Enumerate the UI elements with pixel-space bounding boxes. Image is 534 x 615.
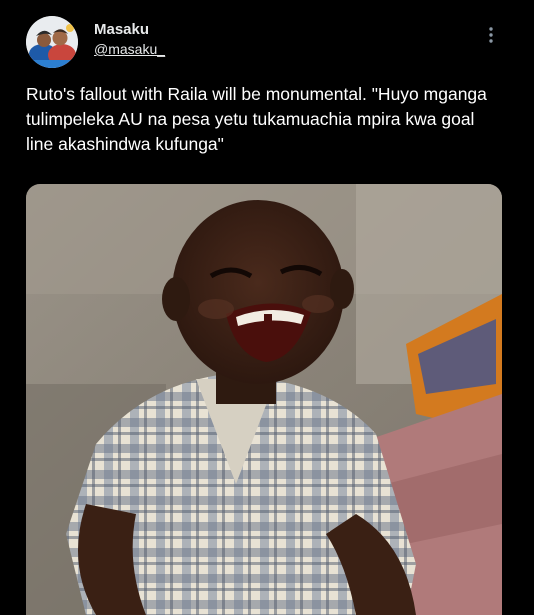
author-avatar[interactable] (26, 16, 78, 68)
author-handle[interactable]: @masaku_ (94, 40, 165, 58)
avatar-image (26, 16, 78, 68)
more-vertical-icon[interactable] (482, 24, 500, 46)
author-display-name[interactable]: Masaku (94, 21, 165, 39)
tweet-card: Masaku @masaku_ Ruto's fallout with Rail… (0, 0, 534, 615)
author-info: Masaku @masaku_ (94, 21, 165, 58)
photo-laughing-boy (26, 184, 502, 615)
tweet-media-photo[interactable] (26, 184, 502, 615)
tweet-text: Ruto's fallout with Raila will be monume… (26, 84, 487, 154)
